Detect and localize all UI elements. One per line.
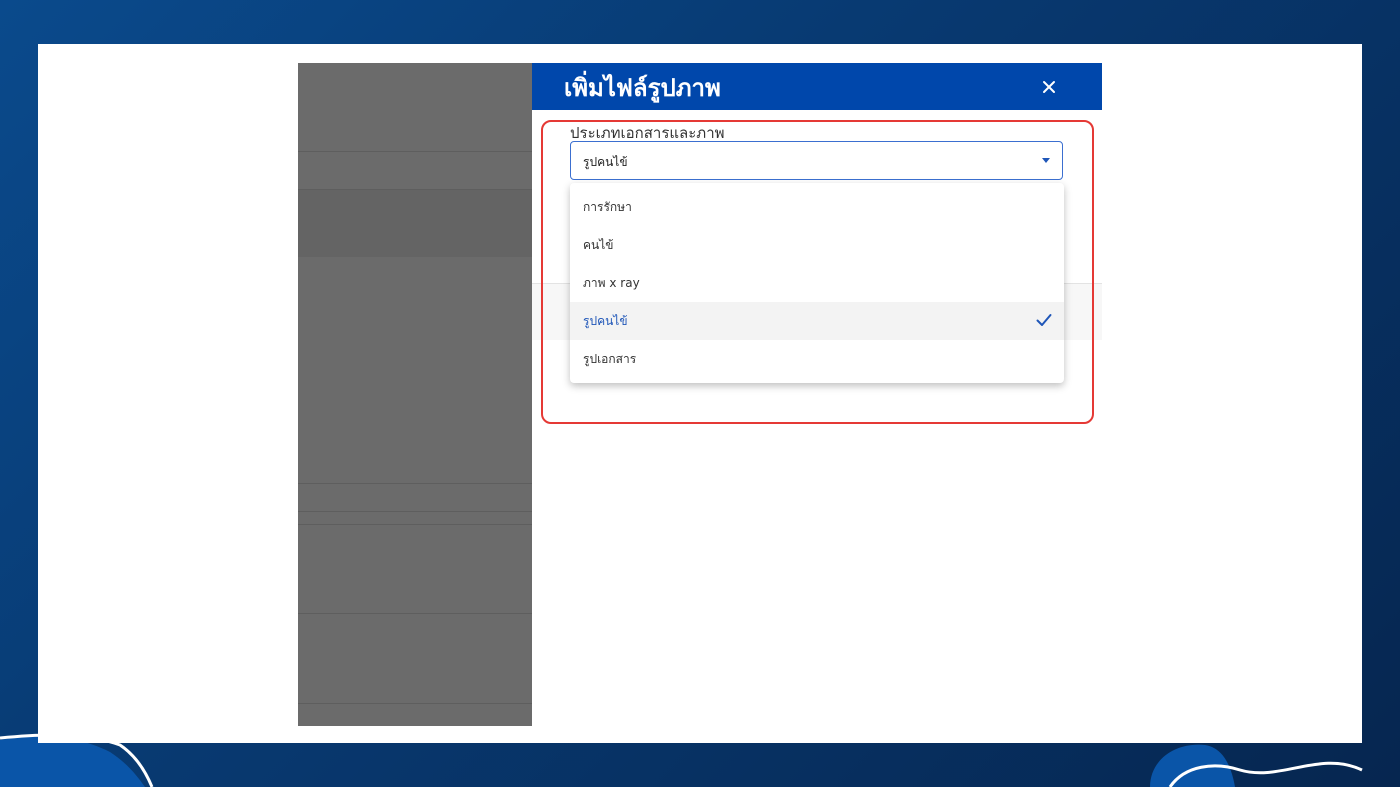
option-patient[interactable]: คนไข้ [570,226,1064,264]
check-icon [1036,314,1052,326]
document-type-label: ประเภทเอกสารและภาพ [570,124,725,142]
option-xray[interactable]: ภาพ x ray [570,264,1064,302]
close-button[interactable] [1037,75,1061,99]
background-overlay[interactable] [298,63,532,726]
caret-down-icon[interactable] [1042,158,1050,163]
option-treatment[interactable]: การรักษา [570,188,1064,226]
close-icon [1043,81,1055,93]
document-type-select[interactable]: รูปคนไข้ [570,141,1063,180]
option-document-photo[interactable]: รูปเอกสาร [570,340,1064,378]
dropdown-menu: การรักษา คนไข้ ภาพ x ray รูปคนไข้ รูปเอก… [570,183,1064,383]
panel-header: เพิ่มไฟล์รูปภาพ [532,63,1102,110]
panel-title: เพิ่มไฟล์รูปภาพ [564,74,721,102]
select-value: รูปคนไข้ [583,155,628,169]
option-patient-photo[interactable]: รูปคนไข้ [570,302,1064,340]
